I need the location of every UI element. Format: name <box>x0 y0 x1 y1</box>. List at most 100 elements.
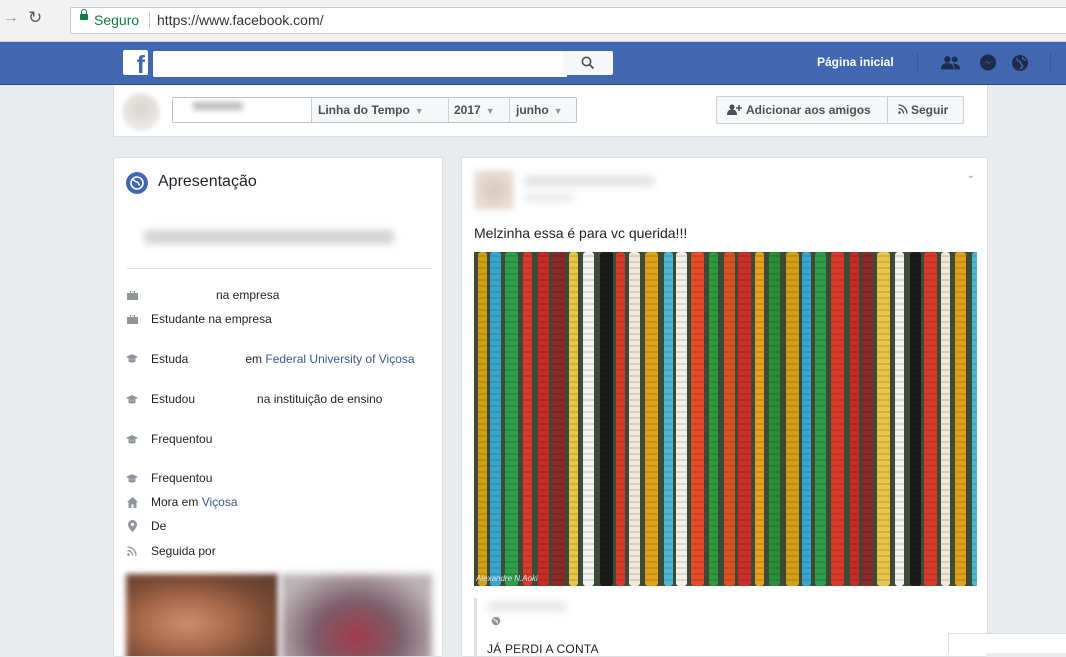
facebook-logo-icon[interactable]: f <box>123 50 148 75</box>
beads-photo <box>474 252 977 586</box>
bead-strand <box>769 252 780 586</box>
photo-thumbnail[interactable] <box>281 574 432 656</box>
actions-separator <box>887 97 888 123</box>
education-row: Estudou na instituição de ensino <box>126 392 432 406</box>
search-input[interactable] <box>153 51 567 77</box>
graduation-cap-icon <box>126 352 138 364</box>
education-row: Frequentou <box>126 432 432 446</box>
post-timestamp[interactable] <box>524 194 574 202</box>
bead-strand <box>831 252 844 586</box>
home-link[interactable]: Página inicial <box>805 53 906 71</box>
chevron-down-icon: ▼ <box>414 106 424 116</box>
add-friend-icon <box>727 104 742 115</box>
home-icon <box>126 496 138 508</box>
chevron-down-icon[interactable]: ⌄ <box>967 170 975 181</box>
bead-strand <box>815 252 826 586</box>
bead-strand <box>490 252 501 586</box>
profile-name-link[interactable] <box>173 98 312 122</box>
intro-card: Apresentação na empresa Estudante na emp… <box>113 157 443 657</box>
bead-strand <box>600 252 613 586</box>
shared-post-title: JÁ PERDI A CONTA <box>487 642 599 656</box>
bead-strand <box>552 252 565 586</box>
education-row: Frequentou <box>126 471 432 485</box>
bead-strand <box>802 252 811 586</box>
rss-icon <box>898 104 908 114</box>
pin-icon <box>126 520 138 532</box>
chat-tab[interactable] <box>948 633 1066 653</box>
add-friend-label: Adicionar aos amigos <box>746 103 871 117</box>
shared-post-border <box>474 598 477 656</box>
lock-icon <box>80 9 88 20</box>
forward-icon[interactable]: → <box>3 9 19 27</box>
add-friend-button[interactable]: Adicionar aos amigos <box>727 103 871 117</box>
from-row: De <box>126 519 432 533</box>
month-label: junho <box>516 103 549 117</box>
address-separator <box>149 12 150 29</box>
browser-toolbar: → ↻ Seguro https://www.facebook.com/ <box>0 0 1066 42</box>
bead-strand <box>709 252 718 586</box>
month-selector[interactable]: junho ▼ <box>516 103 563 117</box>
graduation-cap-icon <box>126 472 138 484</box>
post-card: ⌄ Melzinha essa é para vc querida!!! Ale… <box>461 157 988 657</box>
follow-button[interactable]: Seguir <box>898 103 948 117</box>
url-text[interactable]: https://www.facebook.com/ <box>157 12 324 28</box>
bead-strand <box>877 252 890 586</box>
bead-strand <box>676 252 687 586</box>
education-prefix: Estudou <box>151 392 196 406</box>
city-link[interactable]: Viçosa <box>202 495 238 509</box>
bead-strand <box>478 252 487 586</box>
chevron-down-icon: ▼ <box>485 106 495 116</box>
bead-strand <box>616 252 625 586</box>
timeline-header: Linha do Tempo ▼ 2017 ▼ junho ▼ Adicionar a… <box>113 85 988 137</box>
bead-strand <box>955 252 966 586</box>
work-row: Estudante na empresa <box>126 312 432 326</box>
year-selector[interactable]: 2017 ▼ <box>454 103 495 117</box>
messenger-icon[interactable] <box>978 54 998 72</box>
bead-strand <box>583 252 594 586</box>
graduation-cap-icon <box>126 433 138 445</box>
timeline-tab[interactable]: Linha do Tempo ▼ <box>318 103 424 117</box>
redacted-bio <box>144 230 394 244</box>
profile-avatar[interactable] <box>122 93 160 131</box>
reload-icon[interactable]: ↻ <box>28 8 42 28</box>
education-row: Estuda em Federal University of Viçosa <box>126 351 432 367</box>
rss-icon <box>126 545 138 557</box>
bead-strand <box>738 252 751 586</box>
secure-label: Seguro <box>94 12 140 28</box>
university-link[interactable]: Federal University of Viçosa <box>265 352 414 366</box>
address-bar[interactable]: Seguro https://www.facebook.com/ <box>70 7 1066 34</box>
bead-strand <box>629 252 640 586</box>
followers-row: Seguida por <box>126 544 432 558</box>
globe-icon <box>126 172 148 194</box>
timeline-navigation: Linha do Tempo ▼ 2017 ▼ junho ▼ <box>172 97 577 123</box>
globe-icon <box>491 616 501 626</box>
year-label: 2017 <box>454 103 481 117</box>
photo-thumbnail[interactable] <box>126 574 278 656</box>
lives-in-prefix: Mora em <box>151 495 199 509</box>
briefcase-icon <box>126 289 138 301</box>
chevron-down-icon: ▼ <box>553 106 563 116</box>
bead-strand <box>523 252 532 586</box>
bead-strand <box>755 252 764 586</box>
work-text: na empresa <box>216 288 280 302</box>
friends-icon[interactable] <box>941 54 961 72</box>
education-middle: na instituição de ensino <box>257 392 383 406</box>
briefcase-icon <box>126 313 138 325</box>
post-author-name[interactable] <box>524 176 654 186</box>
bead-strand <box>538 252 549 586</box>
post-image[interactable]: Alexandre N.Aoki <box>474 252 977 586</box>
search-button[interactable] <box>563 51 613 75</box>
bead-strand <box>505 252 518 586</box>
education-middle: em <box>245 352 263 366</box>
bead-strand <box>862 252 873 586</box>
post-author-avatar[interactable] <box>474 170 514 210</box>
globe-icon[interactable] <box>1010 54 1030 72</box>
intro-divider <box>126 268 432 269</box>
from-prefix: De <box>151 519 167 533</box>
bead-strand <box>910 252 921 586</box>
lives-in-row: Mora em Viçosa <box>126 495 432 509</box>
bead-strand <box>724 252 735 586</box>
education-prefix: Estuda <box>151 352 189 366</box>
education-prefix: Frequentou <box>151 471 213 485</box>
work-row: na empresa <box>126 288 432 302</box>
